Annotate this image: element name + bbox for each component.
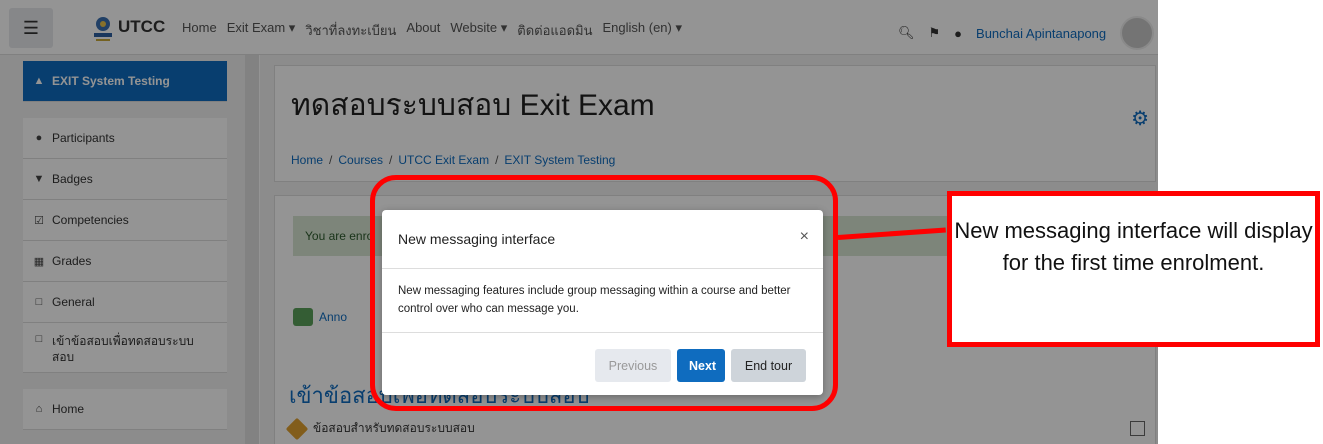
highlight-ring [370,175,838,411]
callout-box: New messaging interface will display for… [947,191,1320,347]
